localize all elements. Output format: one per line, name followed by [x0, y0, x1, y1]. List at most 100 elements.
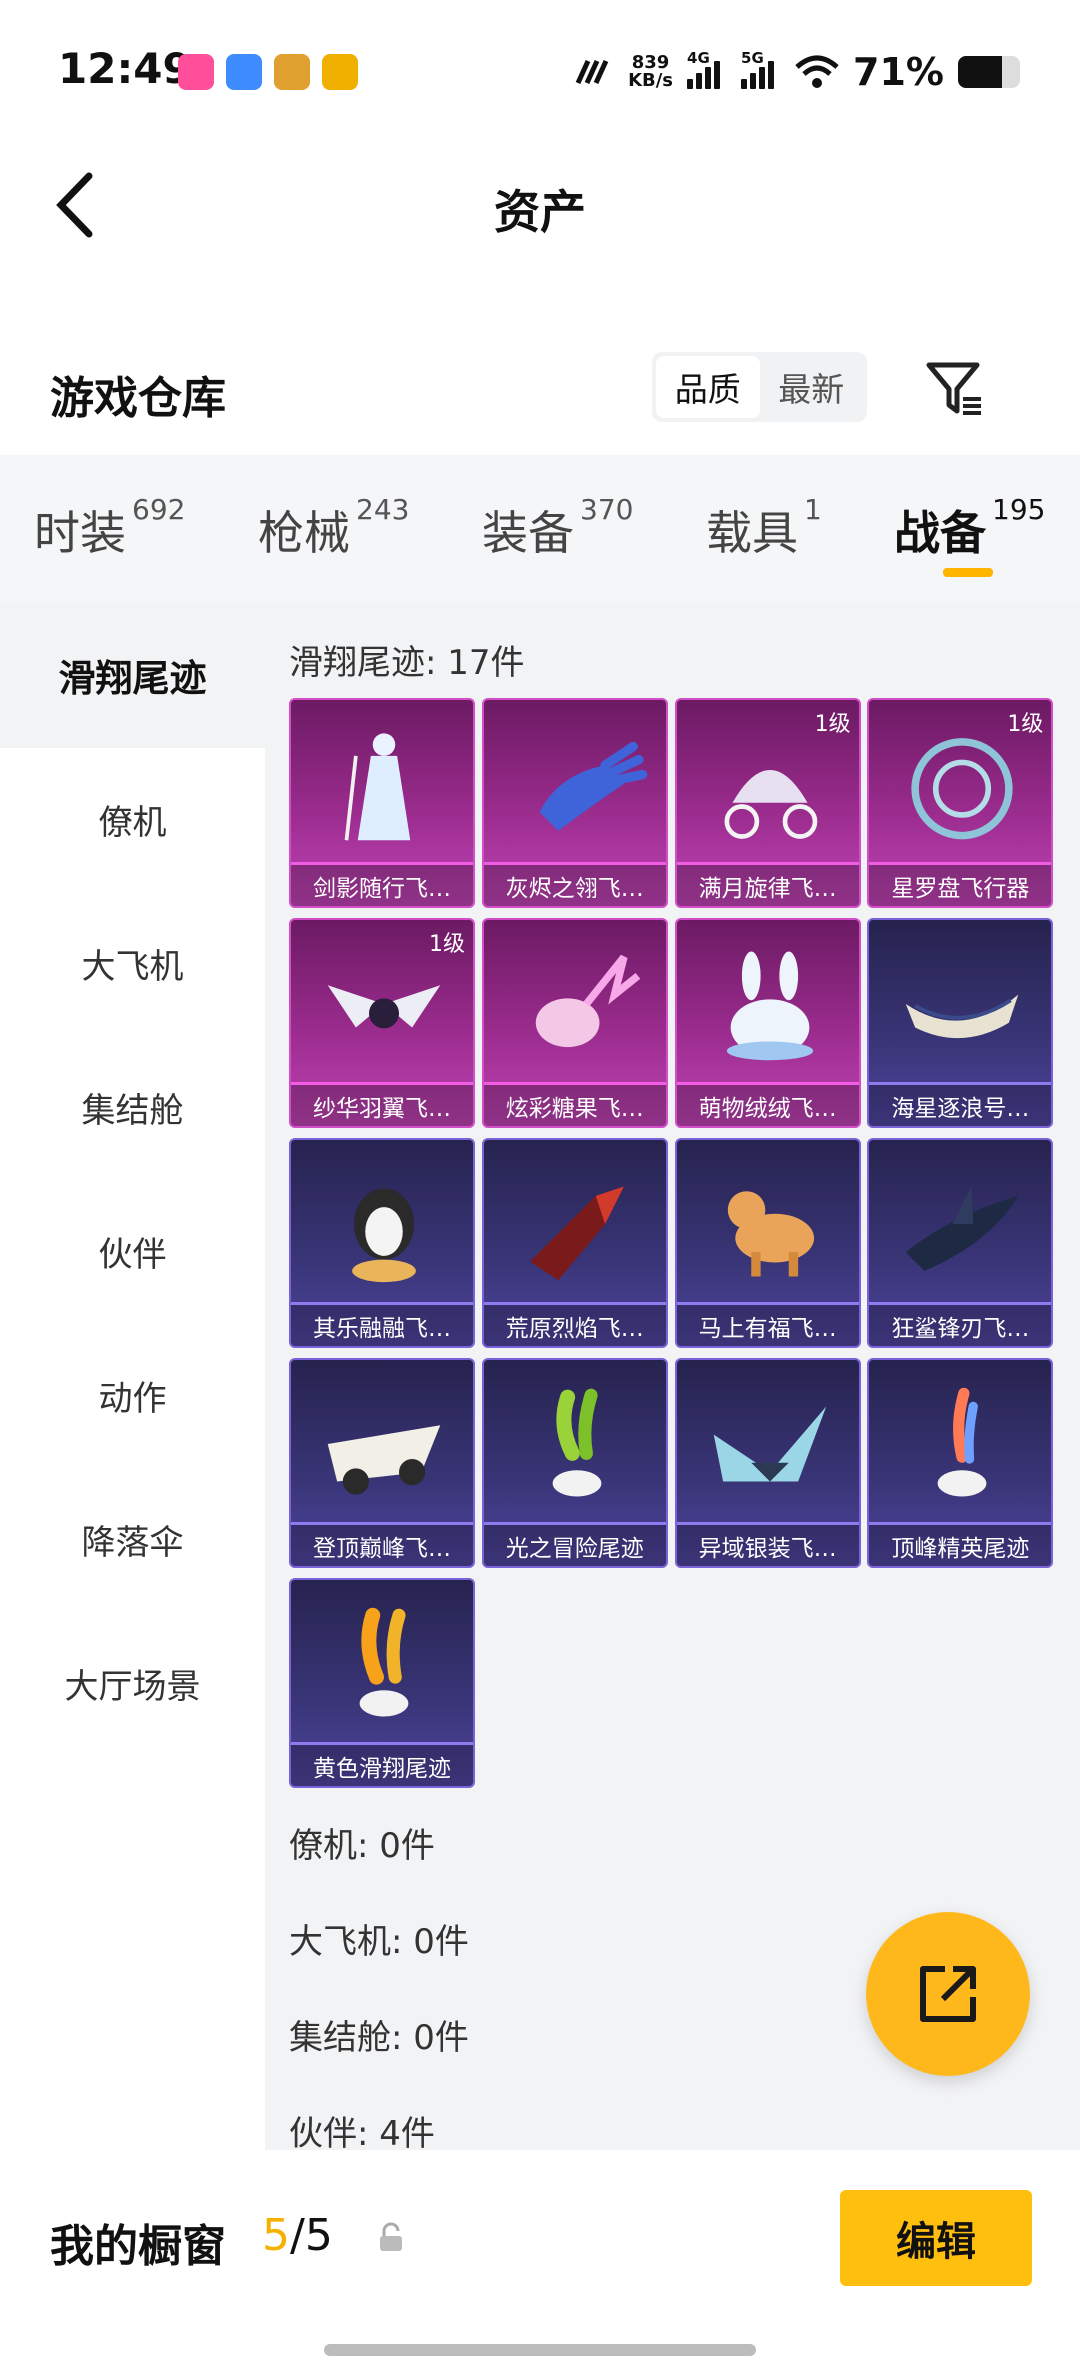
shark-craft-icon — [906, 1186, 1019, 1271]
bottom-bar: 我的橱窗 5/5 编辑 — [0, 2150, 1080, 2375]
tab-count: 1 — [804, 493, 822, 526]
item-name: 炫彩糖果飞… — [483, 1082, 666, 1126]
yellow-trail-icon — [359, 1607, 409, 1717]
item-card[interactable]: 炫彩糖果飞… — [481, 918, 668, 1128]
status-bar: 12:49 839 KB/s 4G 5G 71% — [0, 0, 1080, 140]
item-card[interactable]: 狂鲨锋刃飞… — [867, 1138, 1054, 1348]
tab-fashion[interactable]: 时装 692 — [34, 493, 185, 563]
item-card[interactable]: 灰烬之翎飞… — [481, 698, 668, 908]
item-card[interactable]: 黄色滑翔尾迹 — [289, 1578, 475, 1788]
tab-label: 载具 — [706, 506, 798, 560]
item-card[interactable]: 荒原烈焰飞… — [481, 1138, 668, 1348]
plush-bunny-icon — [726, 951, 813, 1061]
showcase-total: /5 — [290, 2210, 333, 2261]
game-app-icon-2 — [274, 54, 310, 90]
sidebar-item-large-plane[interactable]: 大飞机 — [0, 891, 265, 1035]
showcase-count: 5/5 — [262, 2210, 333, 2261]
horse-toy-icon — [727, 1191, 814, 1277]
item-name: 荒原烈焰飞… — [483, 1302, 666, 1346]
item-name: 萌物绒绒飞… — [676, 1082, 859, 1126]
sidebar-item-glide-trail[interactable]: 滑翔尾迹 — [0, 603, 265, 747]
status-app-icons — [178, 54, 358, 90]
tab-readiness[interactable]: 战备 195 — [894, 493, 1045, 563]
sidebar-item-lobby-scene[interactable]: 大厅场景 — [0, 1611, 265, 1755]
wifi-icon — [795, 55, 839, 88]
item-name: 星罗盘飞行器 — [869, 862, 1052, 906]
penguin-icon — [352, 1188, 416, 1283]
game-app-icon-1 — [226, 54, 262, 90]
item-card[interactable]: 其乐融融飞… — [289, 1138, 475, 1348]
game-app-icon-3 — [322, 54, 358, 90]
item-level-badge: 1级 — [429, 932, 465, 957]
tab-vehicles[interactable]: 载具 1 — [706, 493, 822, 563]
item-name: 剑影随行飞… — [291, 862, 473, 906]
item-name: 海星逐浪号… — [869, 1082, 1052, 1126]
tab-count: 243 — [356, 493, 410, 526]
sidebar: 滑翔尾迹 僚机 大飞机 集结舱 伙伴 动作 降落伞 大厅场景 — [0, 603, 265, 2150]
item-name: 满月旋律飞… — [676, 862, 859, 906]
item-card[interactable]: 异域银装飞… — [674, 1358, 861, 1568]
item-name: 异域银装飞… — [676, 1522, 859, 1566]
sort-toggle: 品质 最新 — [652, 352, 867, 422]
sidebar-item-companion[interactable]: 伙伴 — [0, 1179, 265, 1323]
network-speed: 839 KB/s — [628, 54, 673, 90]
tab-label: 枪械 — [258, 506, 350, 560]
item-card[interactable]: 顶峰精英尾迹 — [867, 1358, 1054, 1568]
item-card[interactable]: 马上有福飞… — [674, 1138, 861, 1348]
bilibili-icon — [178, 54, 214, 90]
status-right: 839 KB/s 4G 5G 71% — [574, 49, 1020, 94]
sidebar-item-assembly-pod[interactable]: 集结舱 — [0, 1035, 265, 1179]
sort-quality-option[interactable]: 品质 — [656, 356, 760, 418]
item-card[interactable]: 剑影随行飞… — [289, 698, 475, 908]
section-header-companion: 伙伴: 4件 — [289, 2114, 435, 2150]
filter-icon — [926, 362, 981, 415]
status-time: 12:49 — [58, 44, 192, 93]
unlock-icon — [376, 2222, 406, 2256]
item-card[interactable]: 1级星罗盘飞行器 — [867, 698, 1054, 908]
tab-label: 时装 — [34, 506, 126, 560]
item-card[interactable]: 海星逐浪号… — [867, 918, 1054, 1128]
share-button[interactable] — [866, 1912, 1030, 2076]
battery-text: 71% — [853, 50, 944, 94]
item-level-badge: 1级 — [1007, 712, 1044, 737]
item-name: 黄色滑翔尾迹 — [291, 1742, 473, 1786]
tab-label: 装备 — [482, 506, 574, 560]
filter-button[interactable] — [920, 354, 990, 424]
item-name: 其乐融融飞… — [291, 1302, 473, 1346]
section-header-assembly-pod: 集结舱: 0件 — [289, 2018, 469, 2058]
tab-equipment[interactable]: 装备 370 — [482, 493, 633, 563]
network-type-4g: 4G — [687, 49, 710, 67]
warehouse-row: 游戏仓库 品质 最新 — [0, 330, 1080, 450]
section-header-large-plane: 大飞机: 0件 — [289, 1922, 469, 1962]
app-root: 12:49 839 KB/s 4G 5G 71% 资产 游戏仓库 品质 最新 时… — [0, 0, 1080, 2375]
edit-button[interactable]: 编辑 — [840, 2190, 1032, 2286]
warehouse-title: 游戏仓库 — [50, 373, 226, 424]
item-name: 顶峰精英尾迹 — [869, 1522, 1052, 1566]
home-indicator — [324, 2344, 756, 2356]
nfc-icon — [575, 59, 609, 85]
item-card[interactable]: 1级 满月旋律飞… — [674, 698, 861, 908]
jet-craft-icon — [327, 1425, 441, 1495]
tab-count: 370 — [580, 493, 634, 526]
signal-5g-icon: 5G — [741, 49, 781, 89]
network-type-5g: 5G — [741, 49, 764, 67]
item-name: 灰烬之翎飞… — [483, 862, 666, 906]
sidebar-item-emote[interactable]: 动作 — [0, 1323, 265, 1467]
signal-4g-icon: 4G — [687, 49, 727, 89]
item-name: 光之冒险尾迹 — [483, 1522, 666, 1566]
item-card[interactable]: 光之冒险尾迹 — [481, 1358, 668, 1568]
sidebar-item-parachute[interactable]: 降落伞 — [0, 1467, 265, 1611]
item-card[interactable]: 萌物绒绒飞… — [674, 918, 861, 1128]
share-external-icon — [920, 1966, 976, 2022]
sidebar-item-wingman[interactable]: 僚机 — [0, 747, 265, 891]
tab-firearms[interactable]: 枪械 243 — [258, 493, 409, 563]
sort-newest-option[interactable]: 最新 — [760, 356, 864, 418]
top-header: 资产 — [0, 140, 1080, 270]
item-card[interactable]: 1级 纱华羽翼飞… — [289, 918, 475, 1128]
candy-icon — [535, 954, 641, 1048]
item-card[interactable]: 登顶巅峰飞… — [289, 1358, 475, 1568]
item-name: 登顶巅峰飞… — [291, 1522, 473, 1566]
flame-craft-icon — [529, 1186, 624, 1281]
tab-label: 战备 — [894, 506, 986, 560]
section-header-wingman: 僚机: 0件 — [289, 1826, 435, 1866]
